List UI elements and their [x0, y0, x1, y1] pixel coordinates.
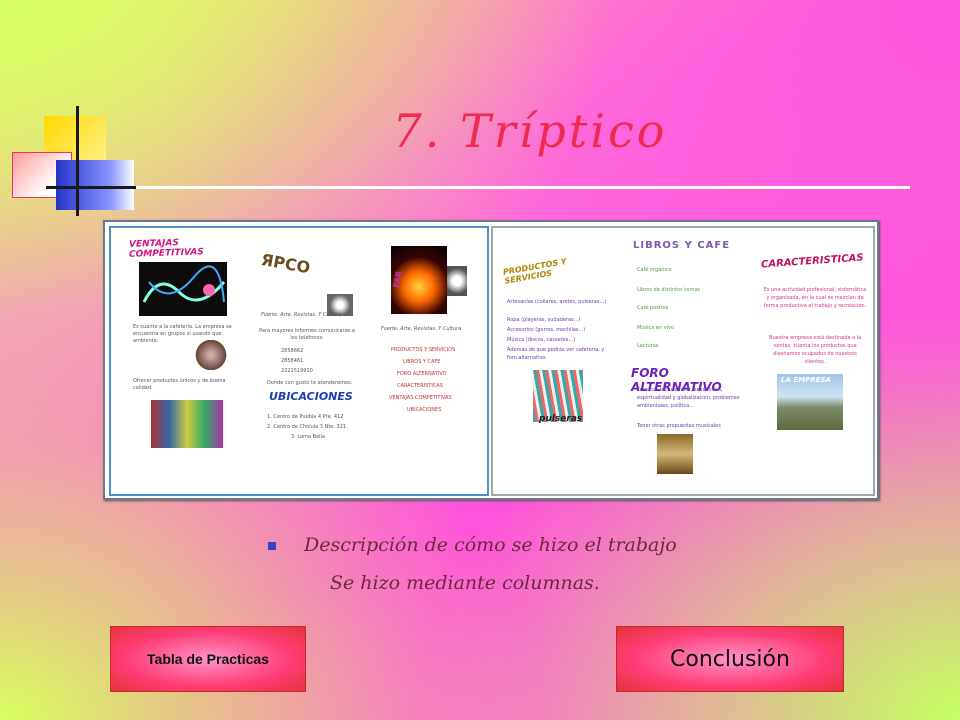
triptych-inside-sheet: PRODUCTOS Y SERVICIOS Artesanías (collar…: [491, 226, 875, 496]
conclusion-label: Conclusión: [670, 646, 790, 672]
bullet-square-icon: [268, 542, 276, 550]
manuscript-image: [657, 434, 693, 474]
triptych-panel-3: FAR Fuerte. Arte. Revistas. Y Cultura PR…: [361, 228, 487, 494]
ventajas-item-2: Ofrecer productos únicos y de buena cali…: [133, 378, 226, 391]
coffee-image: [191, 340, 231, 370]
title-underline-dark: [46, 186, 136, 189]
productos-item-4: Música (discos, cassetes...): [507, 337, 576, 343]
caracteristicas-text-1: Es una actividad profesional, sistemátic…: [763, 287, 867, 309]
caracteristicas-heading: CARACTERISTICAS: [760, 252, 864, 271]
caracteristicas-text-2: Nuestra empresa está destinada a la vent…: [768, 335, 862, 365]
menu-item-6: UBICACIONES: [407, 407, 442, 413]
triptych-panel-1: VENTAJAS COMPETITIVAS Es cuanto a la caf…: [111, 228, 237, 494]
location-2: 2. Centro de Cholula 3 Nte. 321: [267, 424, 347, 430]
triptych-outside-sheet: VENTAJAS COMPETITIVAS Es cuanto a la caf…: [109, 226, 489, 496]
productos-item-3: Accesorios (gorros, mochilas...): [507, 327, 586, 333]
phone-3: 2221519910: [281, 368, 313, 374]
deco-blue-square: [56, 160, 134, 210]
phone-1: 2858662: [281, 348, 304, 354]
phone-2: 2858461: [281, 358, 304, 364]
svg-text:ЯPCO: ЯPCO: [260, 250, 312, 277]
ubicaciones-heading: UBICACIONES: [269, 390, 353, 403]
phones-note: Donde con gusto te atenderemos.: [267, 380, 353, 386]
empresa-caption: LA EMPRESA: [781, 376, 831, 384]
triptych-image: VENTAJAS COMPETITIVAS Es cuanto a la caf…: [103, 220, 879, 500]
ventajas-image: [139, 262, 227, 316]
triptych-panel-4: PRODUCTOS Y SERVICIOS Artesanías (collar…: [493, 228, 617, 494]
bracelets-image: [151, 400, 223, 448]
libros-heading: LIBROS Y CAFE: [633, 240, 731, 251]
menu-item-3: FORO ALTERNATIVO: [397, 371, 447, 377]
triptych-panel-2: ЯPCO Fuerte. Arte. Revistas. Y Cultura P…: [237, 228, 361, 494]
productos-item-5: Además de que podrás ver cafetería, y fo…: [507, 347, 605, 361]
foro-item-2: Tener otras propuestas musicales: [637, 423, 721, 429]
ventajas-heading: VENTAJAS COMPETITIVAS: [129, 238, 204, 260]
menu-item-5: VENTAJAS COMPETITIVAS: [389, 395, 452, 401]
logo-wordart: ЯPCO: [257, 242, 347, 288]
bullet-text: Descripción de cómo se hizo el trabajo: [304, 534, 677, 556]
triptych-panel-6: CARACTERISTICAS Es una actividad profesi…: [747, 228, 873, 494]
menu-item-4: CARACTERISTICAS: [397, 383, 443, 389]
pulseras-caption: pulseras: [539, 414, 583, 424]
libros-item-3: Café postres: [637, 305, 669, 311]
libros-item-1: Café orgánico: [637, 267, 672, 273]
location-3: 3. Loma Bella: [291, 434, 325, 440]
bullet-continuation: Se hizo mediante columnas.: [330, 572, 600, 594]
productos-heading: PRODUCTOS Y SERVICIOS: [502, 256, 568, 286]
title-underline: [46, 186, 910, 189]
couple-image: [447, 266, 467, 296]
triptych-panel-5: LIBROS Y CAFE Café orgánico Libros de di…: [617, 228, 747, 494]
tabla-de-practicas-label: Tabla de Practicas: [147, 651, 269, 667]
tabla-de-practicas-button[interactable]: Tabla de Practicas: [110, 626, 306, 692]
panel2-subtitle: Fuerte. Arte. Revistas. Y Cultura: [261, 312, 342, 318]
location-1: 1. Centro de Puebla 4 Pte. 412: [267, 414, 344, 420]
svg-text:FAR: FAR: [392, 270, 404, 288]
menu-item-1: PRODUCTOS Y SERVICIOS: [391, 347, 456, 353]
libros-item-4: Música en vivo: [637, 325, 675, 331]
cover-image: FAR: [391, 246, 447, 314]
phones-intro: Para mayores informes comunicarse a los …: [259, 328, 355, 341]
libros-item-5: Lecturas: [637, 343, 659, 349]
bullet-description: Descripción de cómo se hizo el trabajo: [268, 534, 677, 556]
panel3-subtitle: Fuerte. Arte. Revistas. Y Cultura: [381, 326, 462, 332]
slide-title: 7. Tríptico: [392, 104, 668, 158]
menu-item-2: LIBROS Y CAFE: [403, 359, 441, 365]
productos-item-1: Artesanías (collares, aretes, pulseras..…: [507, 299, 607, 305]
empresa-image: LA EMPRESA: [777, 374, 843, 430]
productos-item-2: Ropa (playeras, sudaderas...): [507, 317, 581, 323]
libros-item-2: Libros de distintos temas: [637, 287, 700, 293]
conclusion-button[interactable]: Conclusión: [616, 626, 844, 692]
foro-item-1: Foro con lectura, arte, sexualidad, espi…: [637, 387, 740, 409]
